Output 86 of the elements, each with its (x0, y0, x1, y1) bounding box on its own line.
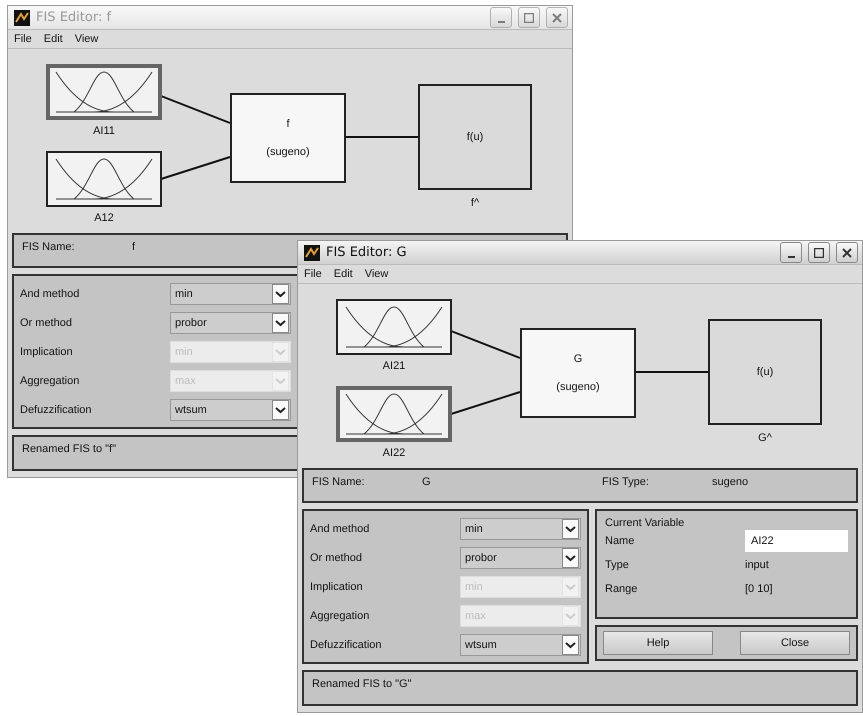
variable-value: [0 10] (745, 583, 774, 595)
method-dropdown[interactable]: probor (460, 546, 581, 568)
dropdown-caret-icon (272, 312, 289, 332)
input-label: AI21 (382, 360, 406, 372)
maximize-icon (524, 12, 534, 22)
fis-name-value: f (132, 241, 136, 253)
fis-name-value: G (422, 476, 432, 488)
method-dropdown[interactable]: wtsum (170, 398, 291, 420)
menu-item[interactable]: File (304, 268, 322, 280)
window-title: FIS Editor: G (326, 245, 408, 260)
close-button[interactable] (836, 242, 858, 263)
system-type: (sugeno) (266, 146, 310, 158)
dropdown-caret-icon (562, 518, 579, 538)
window-title: FIS Editor: f (36, 10, 112, 25)
dropdown-caret-icon (562, 634, 579, 654)
close-icon (842, 248, 852, 258)
maximize-icon (814, 248, 824, 258)
menu-item[interactable]: Edit (334, 268, 353, 280)
input-variable-node[interactable] (46, 64, 162, 120)
method-label: Or method (20, 316, 73, 328)
method-label: Or method (310, 552, 363, 564)
dropdown-caret-icon (272, 342, 289, 362)
method-label: And method (20, 288, 80, 300)
method-dropdown[interactable]: min (460, 518, 581, 540)
dropdown-caret-icon (562, 548, 579, 568)
method-label: And method (310, 522, 370, 534)
method-dropdown[interactable]: wtsum (460, 634, 581, 656)
connector-line (160, 156, 230, 180)
method-label: Aggregation (310, 610, 370, 622)
system-name: G (574, 353, 582, 365)
fis-type-label: FIS Type: (602, 476, 650, 488)
input-variable-node[interactable] (336, 386, 452, 442)
variable-label: Name (605, 535, 636, 547)
output-function: f(u) (466, 131, 484, 143)
method-label: Implication (310, 580, 364, 592)
method-label: Defuzzification (20, 404, 93, 416)
input-label: AI22 (382, 447, 406, 459)
method-dropdown[interactable]: min (170, 282, 291, 304)
system-node[interactable]: f (sugeno) (230, 93, 346, 183)
input-variable-node[interactable] (46, 151, 162, 207)
dropdown-caret-icon (272, 370, 289, 390)
minimize-button[interactable] (780, 242, 802, 263)
dialog-button[interactable]: Close (740, 631, 850, 655)
connector-line (160, 95, 230, 124)
system-type: (sugeno) (556, 381, 600, 393)
variable-name-field[interactable]: AI22 (745, 530, 848, 552)
dialog-button[interactable]: Help (603, 631, 713, 655)
fis-name-label: FIS Name: (22, 241, 76, 253)
variable-value: input (745, 559, 770, 571)
connector-line (450, 391, 520, 415)
dropdown-caret-icon (272, 284, 289, 304)
output-label: f^ (470, 197, 480, 209)
app-logo-icon (14, 10, 30, 26)
system-node[interactable]: G (sugeno) (520, 328, 636, 418)
input-label: AI11 (92, 125, 116, 137)
dropdown-caret-icon (562, 576, 579, 596)
input-variable-node[interactable] (336, 299, 452, 355)
close-icon (552, 12, 562, 22)
method-label: Defuzzification (310, 638, 383, 650)
output-node[interactable]: f(u) (708, 319, 822, 425)
menu-item[interactable]: Edit (44, 33, 63, 45)
fis-type-value: sugeno (712, 476, 750, 488)
status-message: Renamed FIS to "G" (312, 678, 412, 690)
menu-item[interactable]: View (74, 33, 98, 45)
menu-item[interactable]: View (364, 268, 388, 280)
app-logo-icon (304, 244, 320, 260)
system-name: f (286, 118, 290, 130)
maximize-button[interactable] (808, 242, 830, 263)
variable-label: Range (605, 583, 638, 595)
method-label: Aggregation (20, 374, 80, 386)
output-node[interactable]: f(u) (418, 84, 532, 190)
method-dropdown[interactable]: probor (170, 312, 291, 334)
status-message: Renamed FIS to "f" (22, 443, 116, 455)
connector-line (450, 330, 520, 359)
variable-label: Type (605, 559, 630, 571)
dropdown-caret-icon (272, 400, 289, 420)
panel-title: Current Variable (605, 517, 684, 529)
fis-name-label: FIS Name: (312, 476, 366, 488)
method-label: Implication (20, 346, 74, 358)
dropdown-caret-icon (562, 606, 579, 626)
output-function: f(u) (756, 366, 774, 378)
input-label: A12 (93, 212, 115, 224)
minimize-icon (788, 256, 794, 258)
minimize-icon (498, 20, 504, 22)
menu-item[interactable]: File (14, 33, 32, 45)
output-label: G^ (757, 432, 773, 444)
